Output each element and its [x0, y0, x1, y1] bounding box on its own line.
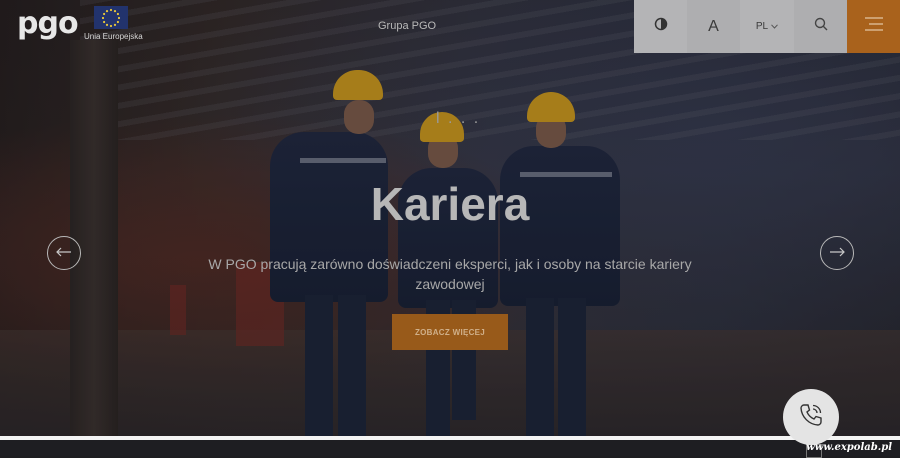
arrow-left-icon	[56, 244, 72, 262]
bottom-bar	[0, 440, 900, 456]
search-button[interactable]	[794, 0, 847, 53]
group-pgo-link[interactable]: Grupa PGO	[378, 20, 436, 32]
see-more-button[interactable]: ZOBACZ WIĘCEJ	[392, 314, 508, 350]
phone-contact-button[interactable]	[783, 389, 839, 445]
search-icon	[814, 17, 828, 36]
arrow-right-icon	[829, 244, 845, 262]
hero-subtitle: W PGO pracują zarówno doświadczeni ekspe…	[208, 256, 692, 292]
pgo-logo[interactable]: pgo	[17, 9, 79, 39]
contrast-icon	[654, 17, 668, 36]
loading-indicator: l . . .	[436, 110, 481, 127]
language-select[interactable]: PL	[740, 0, 794, 53]
eu-label: Unia Europejska	[84, 32, 143, 41]
eu-flag-icon[interactable]	[94, 6, 128, 29]
language-label: PL	[755, 21, 769, 32]
slider-prev-button[interactable]	[47, 236, 81, 270]
hamburger-menu-icon	[864, 17, 884, 36]
font-size-label: A	[708, 17, 719, 35]
contrast-toggle-button[interactable]	[634, 0, 687, 53]
phone-icon	[798, 402, 824, 433]
chevron-down-icon	[771, 21, 778, 32]
menu-button[interactable]	[847, 0, 900, 53]
page-title: Kariera	[370, 178, 530, 230]
font-size-button[interactable]: A	[687, 0, 740, 53]
slider-next-button[interactable]	[820, 236, 854, 270]
